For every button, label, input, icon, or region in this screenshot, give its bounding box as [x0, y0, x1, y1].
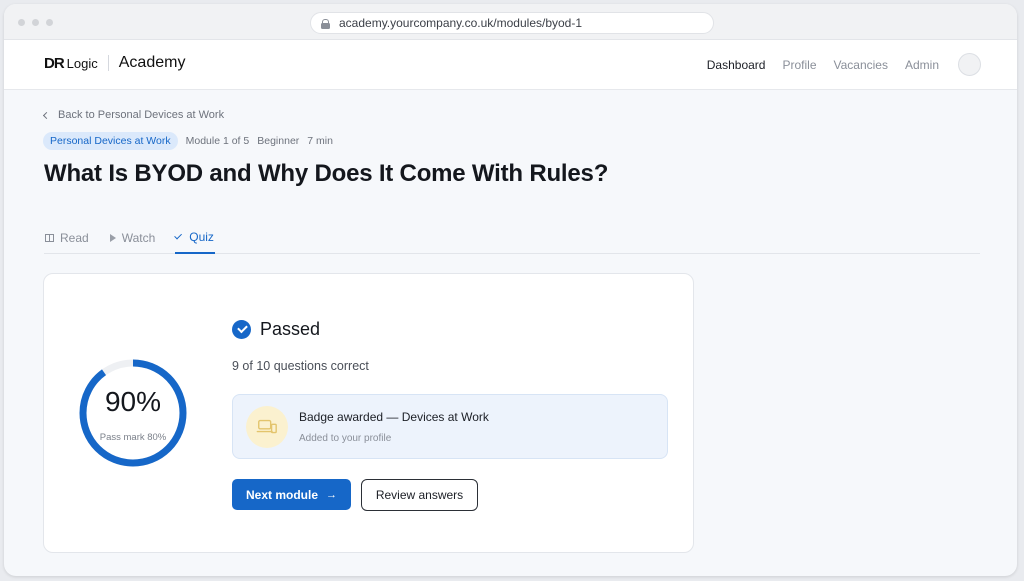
- tab-quiz-label: Quiz: [189, 229, 214, 244]
- next-module-button[interactable]: Next module →: [232, 479, 351, 510]
- devices-icon: [256, 419, 277, 434]
- badge-icon: [246, 406, 288, 448]
- module-duration: 7 min: [307, 135, 333, 147]
- book-icon: [45, 233, 54, 242]
- status-text: Passed: [260, 319, 321, 339]
- module-meta: Personal Devices at Work Module 1 of 5 B…: [43, 132, 333, 150]
- score-summary: 9 of 10 questions correct: [232, 359, 369, 373]
- user-avatar[interactable]: [958, 53, 981, 76]
- course-chip[interactable]: Personal Devices at Work: [43, 132, 178, 150]
- close-dot-icon[interactable]: [18, 19, 25, 26]
- browser-window: academy.yourcompany.co.uk/modules/byod-1…: [4, 4, 1017, 576]
- tab-quiz[interactable]: Quiz: [174, 221, 215, 254]
- lock-icon: [321, 18, 330, 29]
- pass-mark: Pass mark 80%: [99, 432, 167, 443]
- brand-mark: DR: [44, 54, 65, 72]
- minimize-dot-icon[interactable]: [32, 19, 39, 26]
- check-icon: [174, 231, 183, 239]
- tab-read[interactable]: Read: [44, 221, 90, 254]
- brand-name: Logic: [66, 55, 98, 71]
- brand-logo[interactable]: DR Logic Academy: [44, 54, 185, 72]
- result-status: Passed: [232, 319, 320, 340]
- window-controls: [18, 19, 53, 26]
- score-percent: 90%: [104, 386, 162, 417]
- module-tabs: Read Watch Quiz: [44, 221, 980, 254]
- tab-watch[interactable]: Watch: [109, 221, 157, 254]
- tab-read-label: Read: [60, 230, 89, 245]
- module-level: Beginner: [257, 135, 300, 147]
- nav-profile[interactable]: Profile: [782, 58, 816, 72]
- url-text: academy.yourcompany.co.uk/modules/byod-1: [339, 16, 583, 30]
- back-link-label: Back to Personal Devices at Work: [58, 109, 225, 121]
- back-link[interactable]: Back to Personal Devices at Work: [42, 109, 225, 121]
- badge-title: Badge awarded — Devices at Work: [299, 410, 489, 424]
- badge-subtitle: Added to your profile: [299, 433, 392, 444]
- browser-chrome: academy.yourcompany.co.uk/modules/byod-1: [4, 4, 1017, 40]
- page-title: What Is BYOD and Why Does It Come With R…: [44, 160, 609, 187]
- top-nav: Dashboard Profile Vacancies Admin: [707, 58, 939, 72]
- site-header: DR Logic Academy Dashboard Profile Vacan…: [4, 40, 1017, 90]
- address-bar[interactable]: academy.yourcompany.co.uk/modules/byod-1: [310, 12, 714, 34]
- tab-watch-label: Watch: [121, 230, 156, 245]
- quiz-result-card: 90% Pass mark 80% Passed 9 of 10 questio…: [43, 273, 694, 553]
- brand-divider: [107, 55, 109, 71]
- maximize-dot-icon[interactable]: [46, 19, 53, 26]
- score-ring-label: 90% Pass mark 80%: [78, 358, 188, 468]
- brand-product: Academy: [118, 54, 186, 71]
- chevron-left-icon: [42, 111, 51, 119]
- next-module-label: Next module: [245, 487, 318, 502]
- arrow-right-icon: →: [326, 488, 337, 501]
- nav-vacancies[interactable]: Vacancies: [834, 58, 888, 72]
- nav-admin[interactable]: Admin: [905, 58, 939, 72]
- check-circle-icon: [232, 320, 251, 339]
- play-icon: [109, 233, 116, 242]
- review-answers-button[interactable]: Review answers: [361, 479, 478, 511]
- nav-dashboard[interactable]: Dashboard: [707, 58, 766, 72]
- badge-awarded-panel: Badge awarded — Devices at Work Added to…: [232, 394, 668, 459]
- module-position: Module 1 of 5: [185, 135, 250, 147]
